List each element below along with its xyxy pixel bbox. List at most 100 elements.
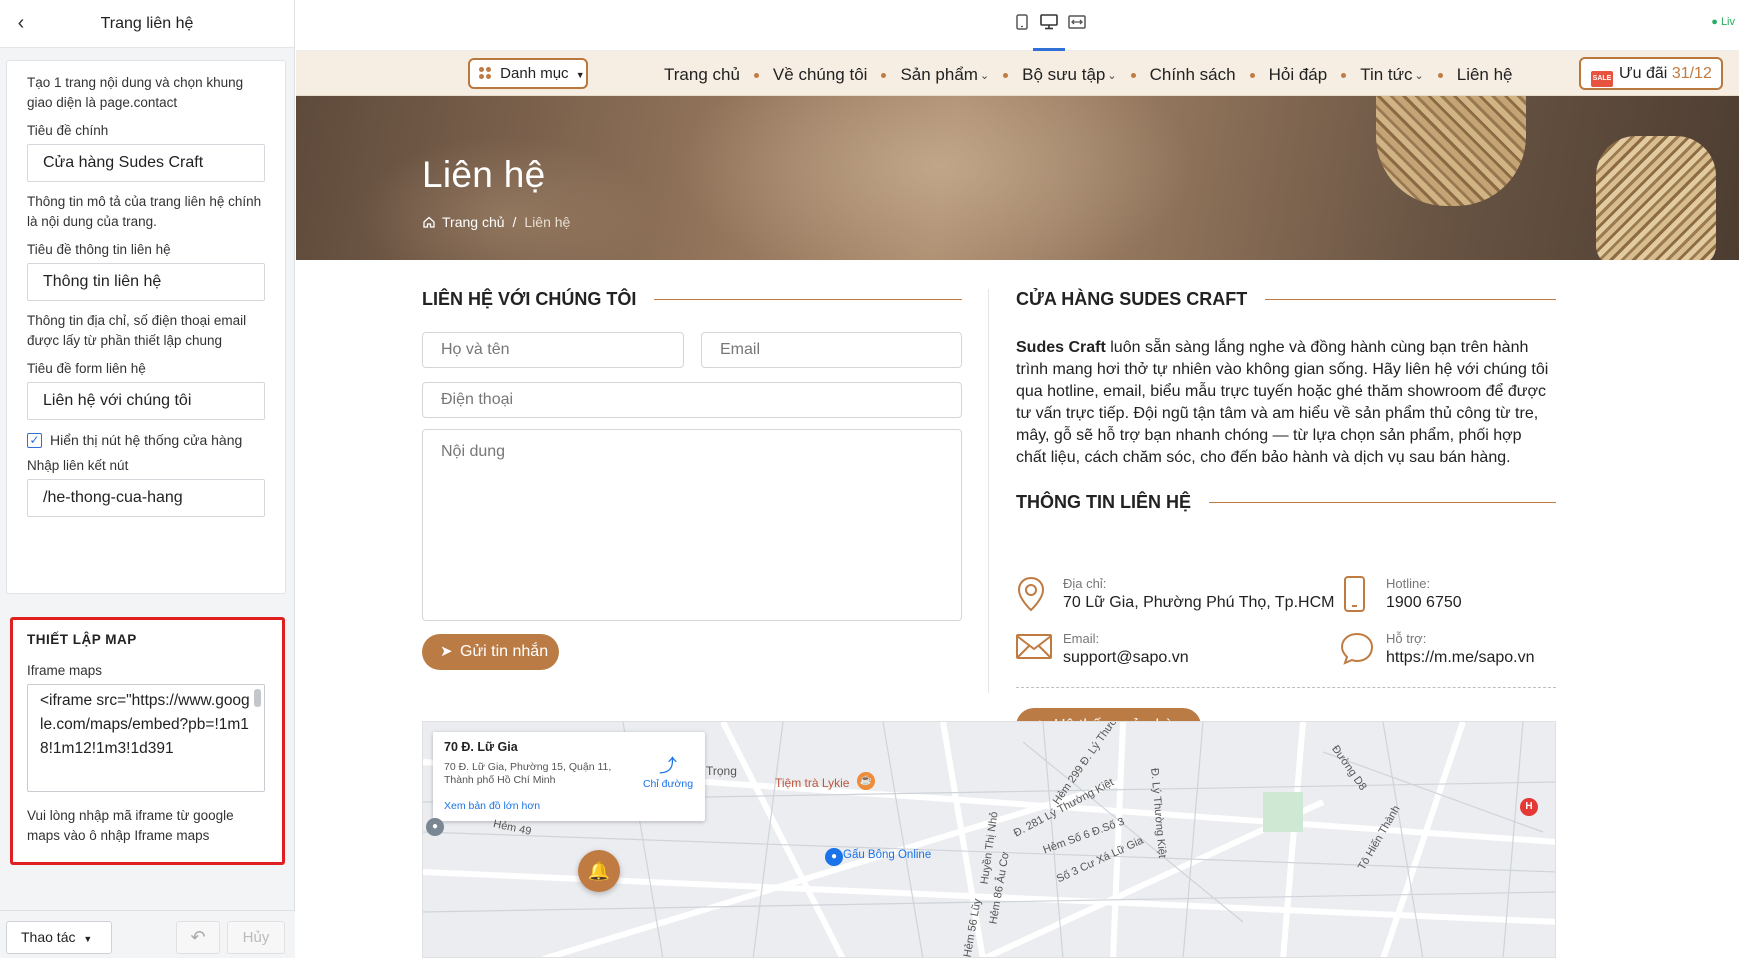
chevron-down-icon: ⌄ <box>979 69 990 82</box>
message-textarea[interactable]: Nội dung <box>422 429 962 621</box>
show-store-button-row[interactable]: ✓ Hiển thị nút hệ thống cửa hàng <box>27 432 265 448</box>
breadcrumb-current: Liên hệ <box>524 214 571 230</box>
contact-form-section: LIÊN HỆ VỚI CHÚNG TÔI Họ và tên Email Đi… <box>422 289 962 670</box>
notification-bell-icon[interactable]: 🔔 <box>578 850 620 892</box>
store-title: CỬA HÀNG SUDES CRAFT <box>1016 289 1556 310</box>
chevron-down-icon: ⌄ <box>1107 69 1117 82</box>
panel-footer: Thao tác ▼ ↶ Hủy <box>0 910 295 958</box>
banner-texture <box>676 96 1196 260</box>
mobile-view-icon[interactable] <box>1012 14 1032 34</box>
directions-button[interactable]: ⤴ Chỉ đường <box>638 752 698 790</box>
show-store-label: Hiển thị nút hệ thống cửa hàng <box>50 432 243 448</box>
main-title-label: Tiêu đề chính <box>27 123 109 138</box>
email-value[interactable]: support@sapo.vn <box>1063 649 1189 667</box>
iframe-note: Vui lòng nhập mã iframe từ google maps v… <box>27 808 234 843</box>
desktop-view-icon[interactable] <box>1039 14 1059 34</box>
category-button[interactable]: Danh mục ▼ <box>468 58 588 89</box>
menu-news[interactable]: Tin tức ⌄ <box>1360 65 1424 85</box>
send-label: Gửi tin nhắn <box>460 643 549 660</box>
phone-input[interactable]: Điện thoại <box>422 382 962 418</box>
breadcrumb-separator: / <box>512 214 517 230</box>
store-description: Sudes Craft luôn sẵn sàng lắng nghe và đ… <box>1016 339 1549 466</box>
caret-down-icon: ▼ <box>83 934 93 944</box>
panel-title: Trang liên hệ <box>100 14 194 32</box>
button-link-label: Nhập liên kết nút <box>27 458 129 473</box>
menu-home[interactable]: Trang chủ <box>664 65 740 85</box>
home-icon <box>423 216 435 228</box>
menu-about[interactable]: Về chúng tôi <box>773 65 868 85</box>
name-input[interactable]: Họ và tên <box>422 332 684 368</box>
larger-map-link[interactable]: Xem bản đồ lớn hơn <box>444 800 540 812</box>
email-input[interactable]: Email <box>701 332 962 368</box>
store-info-section: CỬA HÀNG SUDES CRAFT Sudes Craft luôn sẵ… <box>1016 289 1556 744</box>
menu-separator <box>1130 72 1136 78</box>
grid-dots-icon <box>479 67 491 79</box>
map-pin-icon <box>1016 576 1052 616</box>
store-brand: Sudes Craft <box>1016 339 1106 356</box>
form-title-label: Tiêu đề form liên hệ <box>27 361 146 376</box>
textarea-scrollbar[interactable] <box>254 689 261 707</box>
map-place-address: 70 Đ. Lữ Gia, Phường 15, Quận 11, Thành … <box>444 761 612 786</box>
google-map-embed[interactable]: 70 Đ. Lữ Gia 70 Đ. Lữ Gia, Phường 15, Qu… <box>422 721 1556 958</box>
menu-separator <box>881 72 887 78</box>
fullwidth-view-icon[interactable] <box>1067 14 1087 34</box>
send-message-button[interactable]: ➤ Gửi tin nhắn <box>422 634 559 670</box>
device-toolbar: ● Liv <box>296 0 1739 51</box>
form-title-input[interactable]: Liên hệ với chúng tôi <box>27 382 265 420</box>
action-label: Thao tác <box>21 929 76 945</box>
contact-settings-card: Tạo 1 trang nội dung và chọn khung giao … <box>6 60 286 594</box>
undo-button[interactable]: ↶ <box>176 921 220 954</box>
menu-separator <box>1249 72 1255 78</box>
desc-note: Thông tin mô tả của trang liên hệ chính … <box>27 194 262 229</box>
breadcrumb-home[interactable]: Trang chủ <box>442 214 505 230</box>
undo-icon: ↶ <box>190 927 206 947</box>
map-poi-label: Tiệm trà Lykie <box>775 776 850 790</box>
info-title-label: Tiêu đề thông tin liên hệ <box>27 242 171 257</box>
map-section-title: THIẾT LẬP MAP <box>27 632 137 647</box>
cancel-button[interactable]: Hủy <box>227 921 285 954</box>
address-label: Địa chỉ: <box>1063 576 1107 591</box>
menu-collections[interactable]: Bộ sưu tập ⌄ <box>1022 65 1116 85</box>
shop-poi-icon[interactable]: ● <box>825 848 843 866</box>
support-value[interactable]: https://m.me/sapo.vn <box>1386 649 1535 667</box>
menu-separator <box>1437 72 1443 78</box>
panel-header: ‹ Trang liên hệ <box>0 0 294 48</box>
dashed-divider <box>1016 687 1556 688</box>
info-note: Thông tin địa chỉ, số điện thoại email đ… <box>27 313 247 348</box>
address-value: 70 Lữ Gia, Phường Phú Thọ, Tp.HCM <box>1063 594 1335 611</box>
menu-separator <box>753 72 759 78</box>
button-link-input[interactable]: /he-thong-cua-hang <box>27 479 265 517</box>
map-place-title: 70 Đ. Lữ Gia <box>444 740 518 754</box>
main-menu: Trang chủ Về chúng tôi Sản phẩm ⌄ Bộ sưu … <box>664 65 1513 85</box>
info-title-input[interactable]: Thông tin liên hệ <box>27 263 265 301</box>
hotline-value[interactable]: 1900 6750 <box>1386 594 1462 612</box>
page-title: Liên hệ <box>422 154 546 195</box>
main-title-input[interactable]: Cửa hàng Sudes Craft <box>27 144 265 182</box>
iframe-value: <iframe src="https://www.google.com/maps… <box>40 692 250 757</box>
action-dropdown-button[interactable]: Thao tác ▼ <box>6 921 112 954</box>
back-arrow-icon[interactable]: ‹ <box>10 12 32 34</box>
hospital-poi-icon[interactable]: H <box>1520 798 1538 816</box>
woven-lamp-image <box>1596 136 1716 260</box>
map-info-card: 70 Đ. Lữ Gia 70 Đ. Lữ Gia, Phường 15, Qu… <box>433 732 705 821</box>
map-pin-icon[interactable]: ● <box>426 818 444 836</box>
menu-separator <box>1003 72 1009 78</box>
cafe-poi-icon[interactable]: ☕ <box>857 772 875 790</box>
email-label: Email: <box>1063 631 1100 646</box>
map-settings-card: THIẾT LẬP MAP Iframe maps <iframe src="h… <box>10 617 285 865</box>
menu-policy[interactable]: Chính sách <box>1150 65 1236 85</box>
menu-products[interactable]: Sản phẩm ⌄ <box>900 65 989 85</box>
menu-contact[interactable]: Liên hệ <box>1457 65 1513 85</box>
contact-info-title: THÔNG TIN LIÊN HỆ <box>1016 492 1556 513</box>
menu-separator <box>1341 72 1347 78</box>
chevron-down-icon: ▼ <box>575 70 585 80</box>
envelope-icon <box>1016 631 1052 671</box>
phone-icon <box>1339 576 1375 616</box>
menu-faq[interactable]: Hỏi đáp <box>1269 65 1328 85</box>
live-status: ● Liv <box>1711 16 1735 28</box>
column-divider <box>988 289 989 693</box>
iframe-textarea[interactable]: <iframe src="https://www.google.com/maps… <box>27 684 265 792</box>
deals-button[interactable]: SALE Ưu đãi 31/12 <box>1579 57 1723 90</box>
show-store-checkbox[interactable]: ✓ <box>27 432 42 448</box>
support-label: Hỗ trợ: <box>1386 631 1427 646</box>
